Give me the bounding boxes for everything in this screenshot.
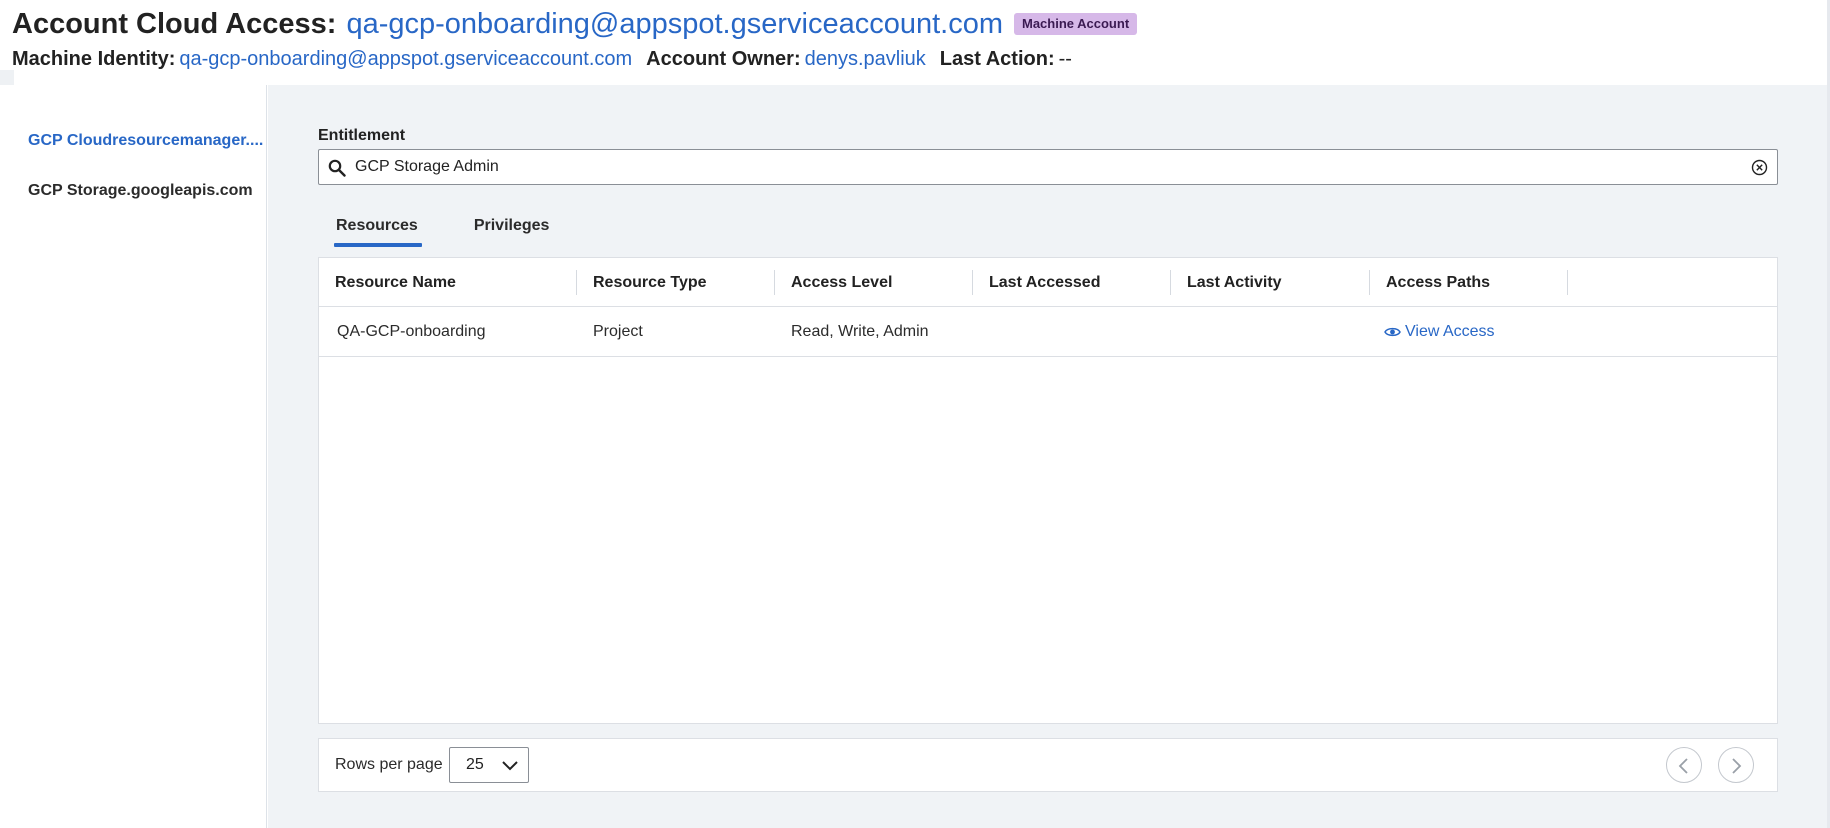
page-title-account-link[interactable]: qa-gcp-onboarding@appspot.gserviceaccoun… xyxy=(346,8,1003,41)
last-action-value: -- xyxy=(1058,47,1072,70)
column-header-access-level[interactable]: Access Level xyxy=(775,258,973,307)
entitlement-search-input[interactable] xyxy=(355,150,1735,184)
rows-per-page-label: Rows per page xyxy=(335,756,443,773)
entitlement-label: Entitlement xyxy=(318,127,406,144)
sidebar-item-gcp-cloudresourcemanager[interactable]: GCP Cloudresourcemanager.... xyxy=(28,132,263,150)
entitlement-search-box xyxy=(318,149,1778,185)
chevron-left-icon xyxy=(1678,758,1688,774)
header-accent xyxy=(0,70,14,85)
resources-table: Resource Name Resource Type Access Level… xyxy=(318,257,1778,724)
table-header: Resource Name Resource Type Access Level… xyxy=(319,258,1777,307)
page-title-label: Account Cloud Access: xyxy=(12,7,337,40)
chevron-down-icon xyxy=(502,761,518,771)
sidebar-item-gcp-storage[interactable]: GCP Storage.googleapis.com xyxy=(28,182,253,200)
account-owner-label: Account Owner: xyxy=(646,47,801,70)
eye-icon xyxy=(1384,327,1401,337)
cell-resource-name: QA-GCP-onboarding xyxy=(337,323,486,340)
rows-per-page-value: 25 xyxy=(466,756,484,773)
view-access-label: View Access xyxy=(1405,323,1495,340)
column-header-last-accessed[interactable]: Last Accessed xyxy=(973,258,1171,307)
rows-per-page-select[interactable]: 25 xyxy=(449,747,529,783)
tab-resources[interactable]: Resources xyxy=(318,217,422,247)
column-header-resource-name[interactable]: Resource Name xyxy=(319,258,577,307)
column-divider xyxy=(1567,270,1568,295)
meta-row: Machine Identity: qa-gcp-onboarding@apps… xyxy=(12,46,1072,72)
search-icon xyxy=(328,159,346,177)
chevron-right-icon xyxy=(1732,758,1742,774)
clear-circle-icon[interactable] xyxy=(1751,159,1768,176)
main-content: Entitlement Resources Privileges Resourc… xyxy=(268,85,1827,828)
cell-last-accessed xyxy=(971,307,1169,357)
column-header-resource-type[interactable]: Resource Type xyxy=(577,258,775,307)
pagination-bar: Rows per page 25 xyxy=(318,738,1778,792)
next-page-button[interactable] xyxy=(1718,747,1754,783)
tab-bar: Resources Privileges xyxy=(318,217,587,247)
machine-identity-link[interactable]: qa-gcp-onboarding@appspot.gserviceaccoun… xyxy=(179,48,632,71)
cell-resource-type: Project xyxy=(593,323,643,340)
machine-account-badge: Machine Account xyxy=(1014,12,1138,36)
cell-last-activity xyxy=(1169,307,1368,357)
previous-page-button[interactable] xyxy=(1666,747,1702,783)
tab-privileges[interactable]: Privileges xyxy=(456,217,552,247)
account-owner-link[interactable]: denys.pavliuk xyxy=(805,48,926,71)
page: Account Cloud Access: qa-gcp-onboarding@… xyxy=(0,0,1830,828)
page-header: Account Cloud Access: qa-gcp-onboarding@… xyxy=(0,0,1827,85)
table-row: QA-GCP-onboarding Project Read, Write, A… xyxy=(319,307,1777,357)
column-header-access-paths[interactable]: Access Paths xyxy=(1370,258,1568,307)
column-header-last-activity[interactable]: Last Activity xyxy=(1171,258,1370,307)
last-action-label: Last Action: xyxy=(939,47,1055,70)
machine-identity-label: Machine Identity: xyxy=(12,47,176,70)
title-row: Account Cloud Access: qa-gcp-onboarding@… xyxy=(12,4,1138,44)
sidebar: GCP Cloudresourcemanager.... GCP Storage… xyxy=(0,85,267,828)
cell-access-level: Read, Write, Admin xyxy=(791,323,929,340)
view-access-link[interactable]: View Access xyxy=(1368,307,1566,357)
